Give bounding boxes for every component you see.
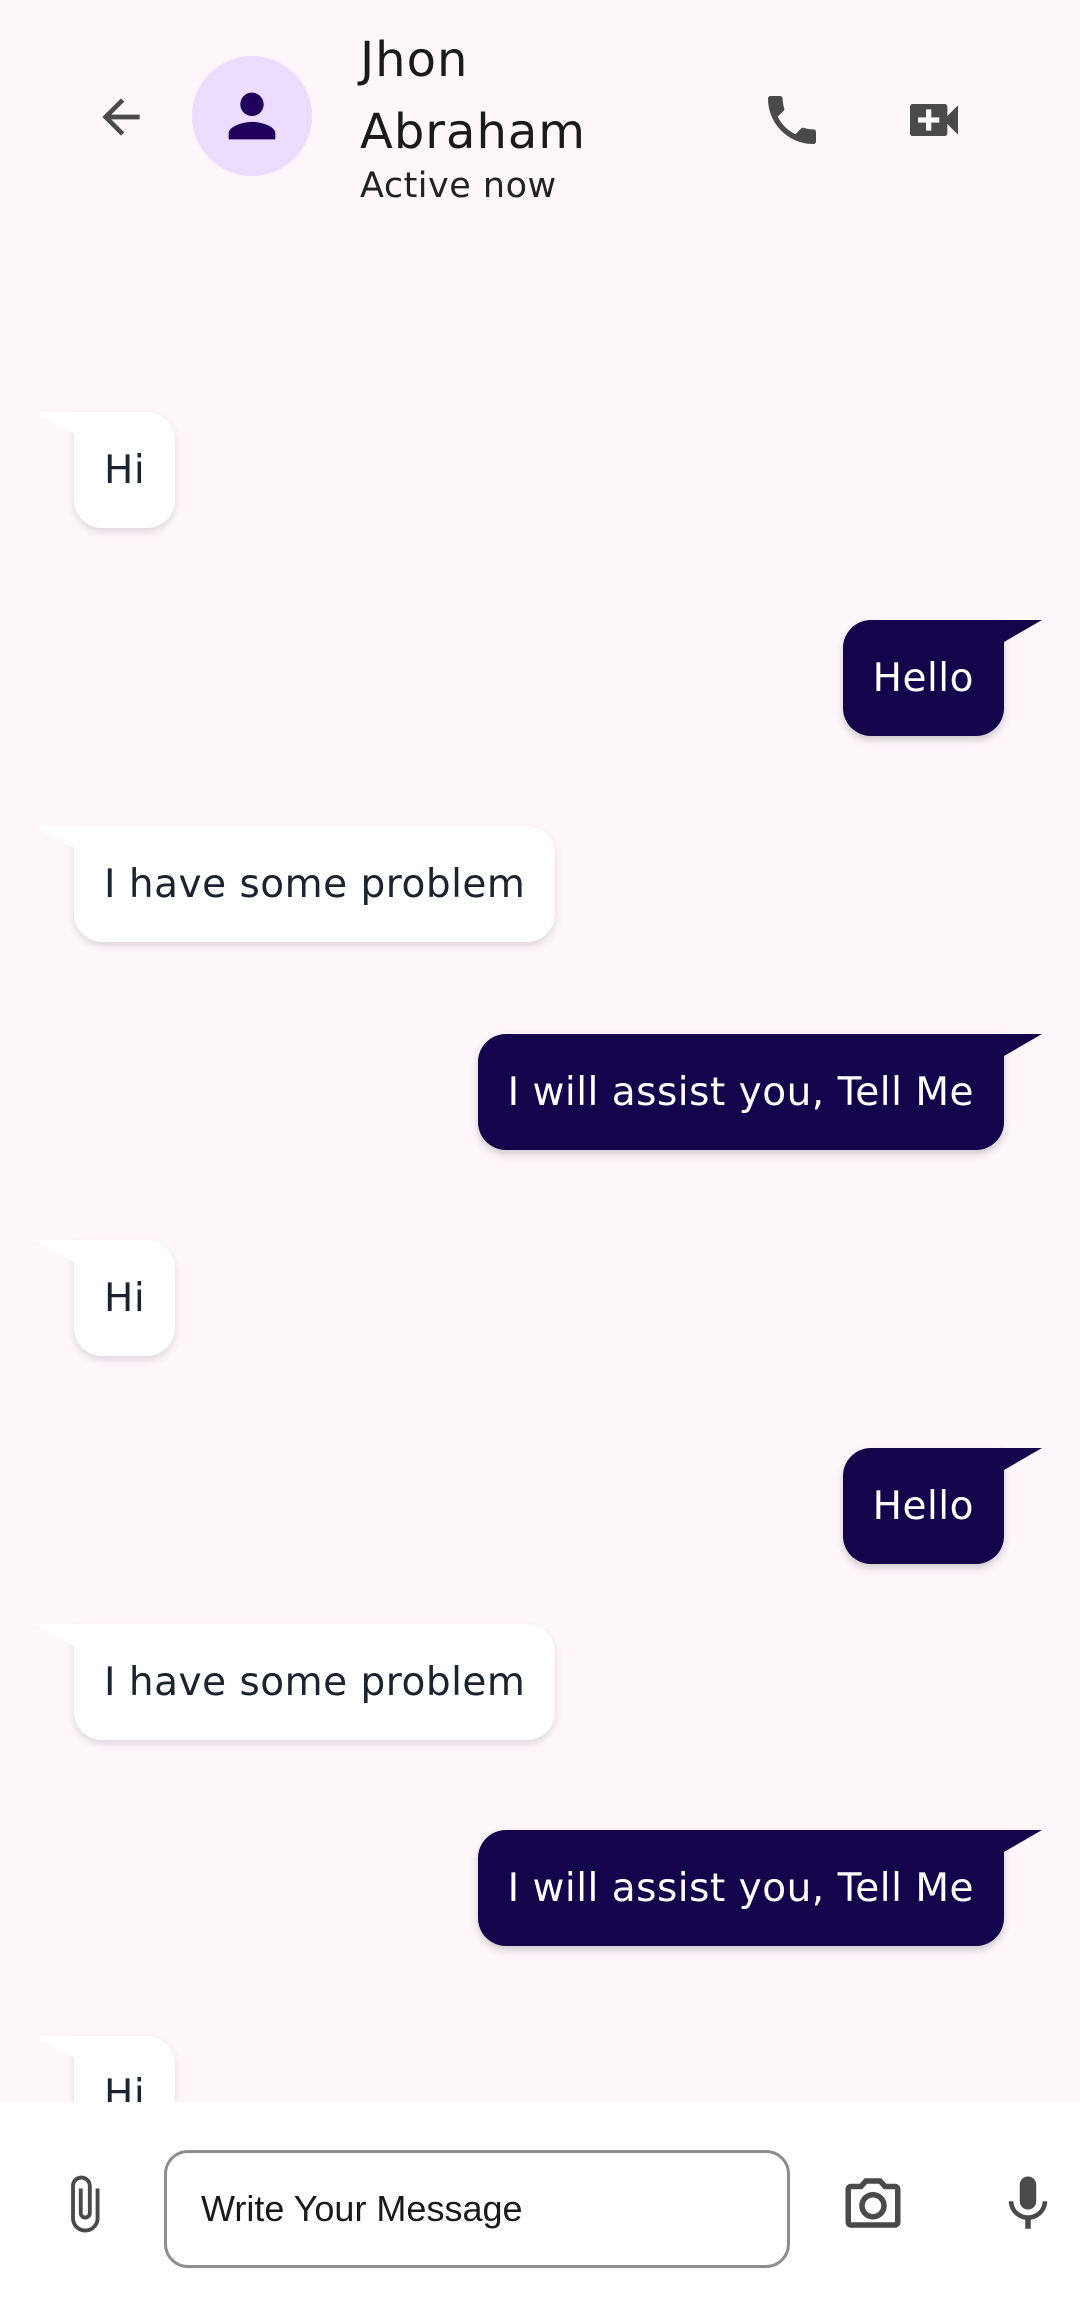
call-button[interactable] bbox=[756, 84, 828, 156]
microphone-button[interactable] bbox=[992, 2168, 1064, 2240]
camera-button[interactable] bbox=[838, 2168, 908, 2238]
phone-icon bbox=[768, 96, 816, 144]
chat-header: Jhon Abraham Active now bbox=[0, 0, 1080, 230]
message-outgoing: Hello bbox=[842, 620, 1043, 736]
video-call-icon bbox=[910, 104, 958, 136]
paperclip-icon bbox=[71, 2175, 100, 2233]
camera-icon bbox=[845, 2178, 901, 2228]
message-outgoing: I will assist you, Tell Me bbox=[477, 1034, 1043, 1150]
video-call-button[interactable] bbox=[898, 84, 970, 156]
message-text: Hello bbox=[872, 1483, 974, 1529]
person-icon bbox=[228, 92, 276, 140]
message-incoming: I have some problem bbox=[33, 1624, 556, 1740]
message-text: I have some problem bbox=[104, 1659, 526, 1705]
back-button[interactable] bbox=[88, 84, 154, 150]
arrow-back-icon bbox=[102, 98, 140, 136]
chat-screen: Jhon Abraham Active now Hi Hello I have … bbox=[0, 0, 1080, 2312]
message-outgoing: Hello bbox=[842, 1448, 1043, 1564]
message-text: Hi bbox=[104, 2071, 146, 2103]
message-composer bbox=[0, 2102, 1080, 2312]
message-input-container bbox=[164, 2150, 790, 2268]
message-list[interactable]: Hi Hello I have some problem I will assi… bbox=[0, 230, 1080, 2102]
message-incoming: Hi bbox=[33, 1240, 176, 1356]
message-incoming: I have some problem bbox=[33, 826, 556, 942]
message-incoming: Hi bbox=[33, 2036, 176, 2103]
message-outgoing: I will assist you, Tell Me bbox=[477, 1830, 1043, 1946]
message-text: I will assist you, Tell Me bbox=[507, 1865, 974, 1911]
contact-name: Jhon Abraham bbox=[360, 32, 587, 160]
message-text: Hi bbox=[104, 1275, 146, 1321]
message-text: I have some problem bbox=[104, 861, 526, 907]
status-text: Active now bbox=[360, 166, 557, 206]
attach-button[interactable] bbox=[52, 2168, 116, 2240]
message-text: Hi bbox=[104, 447, 146, 493]
avatar[interactable] bbox=[192, 56, 312, 176]
message-input[interactable] bbox=[167, 2153, 787, 2265]
message-text: I will assist you, Tell Me bbox=[507, 1069, 974, 1115]
microphone-icon bbox=[1008, 2176, 1048, 2229]
message-incoming: Hi bbox=[33, 412, 176, 528]
message-text: Hello bbox=[872, 655, 974, 701]
